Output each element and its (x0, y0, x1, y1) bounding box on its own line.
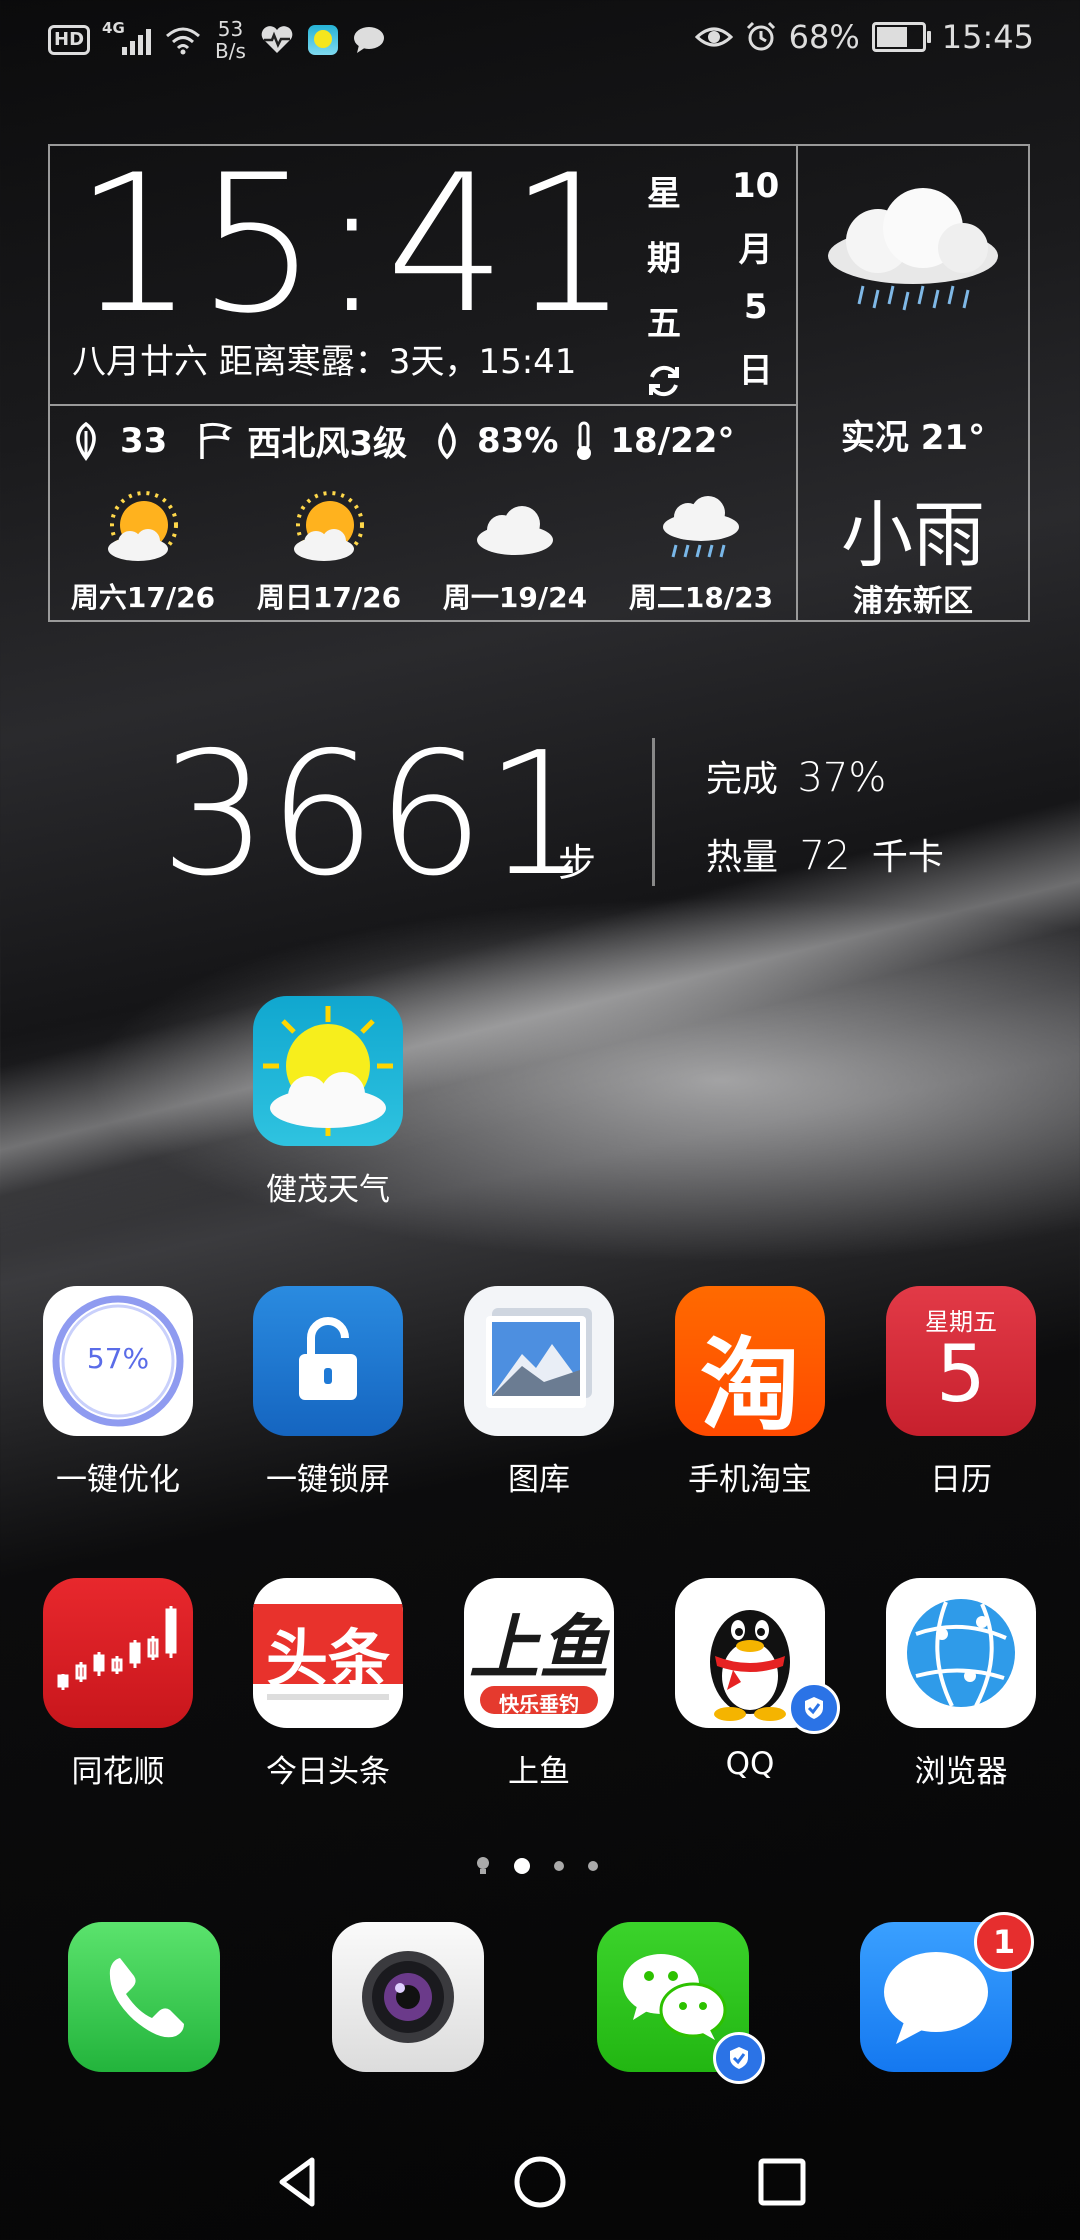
step-count: 3661 (160, 716, 593, 914)
verified-badge-icon (788, 1682, 840, 1734)
back-icon[interactable] (268, 2152, 328, 2212)
app-label: QQ (725, 1746, 775, 1782)
step-unit: 步 (558, 841, 597, 885)
app-label: 一键优化 (56, 1462, 180, 1498)
hd-indicator: HD (48, 25, 91, 55)
thermometer-icon (577, 421, 592, 460)
weather-clock-widget[interactable]: 15:41 八月廿六 距离寒露：3天，15:41 星 期 五 10 月 5 日 (48, 144, 1030, 622)
phone-icon (68, 1922, 220, 2072)
wind-value: 西北风3级 (247, 424, 407, 464)
app-qq[interactable]: QQ (660, 1578, 840, 1782)
dock-messages[interactable]: 1 (846, 1912, 1034, 2072)
health-icon (261, 26, 293, 53)
app-lock-screen[interactable]: 一键锁屏 (238, 1286, 418, 1499)
browser-globe-icon (886, 1578, 1036, 1728)
leaf-icon (76, 421, 96, 461)
app-label: 健茂天气 (266, 1172, 390, 1208)
app-label: 图库 (508, 1462, 570, 1498)
forecast-day[interactable]: 周一19/24 (422, 486, 608, 616)
battery-icon (871, 22, 931, 52)
forecast-day[interactable]: 周日17/26 (236, 486, 422, 616)
app-label: 浏览器 (914, 1754, 1008, 1790)
weather-app-status-icon (307, 25, 338, 55)
alarm-icon (746, 21, 775, 51)
weather-app-icon (253, 996, 403, 1146)
dock-wechat[interactable] (583, 1922, 765, 2084)
temp-range: 18/22° (610, 420, 735, 461)
app-label: 日历 (930, 1462, 992, 1498)
weather-details-row: 33 西北风3级 83% 18/22° (66, 416, 734, 465)
verified-badge-icon (713, 2032, 765, 2084)
cloud-icon (477, 506, 553, 555)
home-icon[interactable] (510, 2152, 570, 2212)
widget-clock-section[interactable]: 15:41 八月廿六 距离寒露：3天，15:41 星 期 五 10 月 5 日 (50, 146, 796, 406)
shangyu-icon: 上鱼 快乐垂钓 (464, 1578, 614, 1728)
app-label: 手机淘宝 (688, 1462, 812, 1498)
app-toutiao[interactable]: 头条 今日头条 (238, 1578, 418, 1791)
hint-bulb-icon[interactable] (476, 1856, 490, 1876)
toutiao-icon: 头条 (253, 1578, 403, 1728)
page-dot[interactable] (588, 1861, 598, 1871)
app-shangyu[interactable]: 上鱼 快乐垂钓 上鱼 (449, 1578, 629, 1791)
taobao-icon: 淘 (675, 1286, 825, 1436)
network-speed: 53 B/s (215, 17, 246, 63)
humidity-drop-icon (438, 421, 456, 459)
app-gallery[interactable]: 图库 (449, 1286, 629, 1499)
app-label: 今日头条 (266, 1754, 390, 1790)
lunar-date: 八月廿六 距离寒露：3天，15:41 (72, 342, 577, 382)
current-temperature: 实况 21° (840, 418, 986, 458)
battery-percent: 68% (788, 18, 860, 56)
aqi-value: 33 (120, 420, 168, 461)
signal-icon: 4G (102, 19, 152, 55)
sunny-cloud-icon (294, 491, 364, 561)
recents-icon[interactable] (752, 2152, 812, 2212)
forecast-day[interactable]: 周六17/26 (50, 486, 236, 616)
completion-stat: 完成 37% (706, 755, 887, 801)
refresh-icon[interactable] (644, 361, 684, 401)
steps-divider (652, 738, 655, 886)
app-weather[interactable]: 健茂天气 (238, 996, 418, 1209)
sunny-cloud-icon (108, 491, 178, 561)
app-label: 一键锁屏 (266, 1462, 390, 1498)
chat-icon (353, 27, 384, 53)
optimize-icon: 57% (43, 1286, 193, 1436)
navigation-bar (0, 2130, 1080, 2230)
camera-icon (332, 1922, 484, 2072)
app-label: 上鱼 (508, 1754, 570, 1790)
dock-phone[interactable] (54, 1922, 234, 2072)
humidity-value: 83% (477, 420, 559, 461)
forecast-day[interactable]: 周二18/23 (608, 486, 794, 616)
app-optimize[interactable]: 57% 一键优化 (28, 1286, 208, 1499)
lock-icon (253, 1286, 403, 1436)
wind-flag-icon (200, 422, 233, 459)
dock-camera[interactable] (318, 1922, 498, 2072)
app-tonghuashun[interactable]: 同花顺 (28, 1578, 208, 1791)
eye-comfort-icon (694, 27, 733, 47)
page-dot-active[interactable] (514, 1858, 530, 1874)
page-indicator (476, 1856, 598, 1876)
app-browser[interactable]: 浏览器 (871, 1578, 1051, 1791)
location-name: 浦东新区 (853, 584, 973, 619)
rain-cloud-icon (663, 496, 739, 558)
page-dot[interactable] (554, 1861, 564, 1871)
forecast-row: 周六17/26 周日17/26 周一19/24 周二18/23 (50, 486, 796, 616)
gallery-icon (464, 1286, 614, 1436)
rain-cloud-icon (828, 188, 998, 311)
widget-left-panel: 15:41 八月廿六 距离寒露：3天，15:41 星 期 五 10 月 5 日 (50, 146, 798, 620)
widget-clock[interactable]: 15:41 (74, 150, 632, 340)
unread-badge: 1 (974, 1912, 1034, 1972)
stock-chart-icon (43, 1578, 193, 1728)
calendar-icon: 星期五 5 (886, 1286, 1036, 1436)
calories-stat: 热量 72 千卡 (706, 833, 944, 879)
current-condition: 小雨 (840, 493, 985, 577)
widget-current-weather[interactable]: 实况 21° 小雨 浦东新区 (798, 146, 1028, 620)
app-label: 同花顺 (71, 1754, 165, 1790)
app-taobao[interactable]: 淘 手机淘宝 (660, 1286, 840, 1499)
app-calendar[interactable]: 星期五 5 日历 (871, 1286, 1051, 1499)
status-time: 15:45 (941, 18, 1034, 56)
status-bar: HD 4G 53 B/s 68% 15:45 (0, 0, 1080, 80)
weekday-column: 星 期 五 (644, 166, 684, 401)
date-column: 10 月 5 日 (732, 166, 780, 391)
wifi-icon (166, 27, 201, 55)
